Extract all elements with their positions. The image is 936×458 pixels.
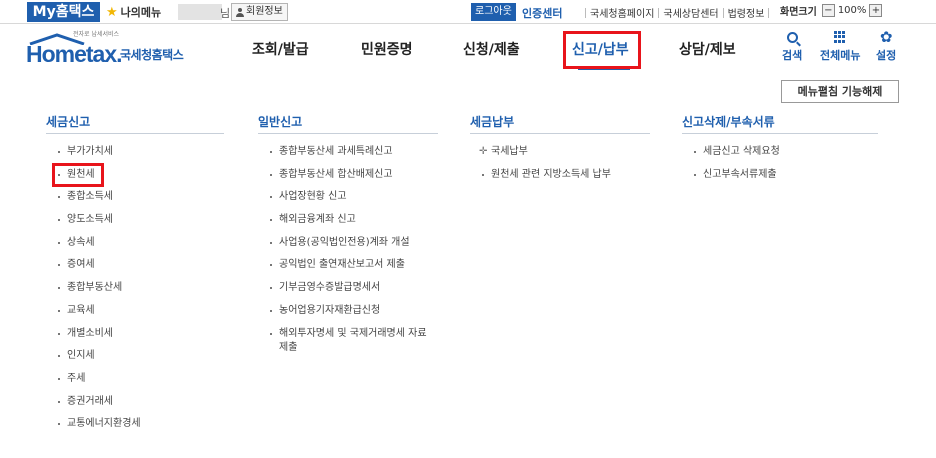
menu-item-gift-tax[interactable]: 증여세 — [46, 254, 224, 277]
link-separator — [768, 7, 770, 18]
menu-item-liquor-tax[interactable]: 주세 — [46, 368, 224, 391]
nav-item-application[interactable]: 신청/제출 — [463, 39, 520, 59]
masked-user-name — [178, 4, 222, 20]
menu-item-stamp-tax[interactable]: 인지세 — [46, 345, 224, 368]
menu-list: ✛ 국세납부 원천세 관련 지방소득세 납부 — [470, 141, 650, 186]
menu-item-business-account[interactable]: 사업용(공익법인전용)계좌 개설 — [258, 232, 438, 255]
utility-links: 국세청홈페이지 국세상담센터 법령정보 — [581, 5, 773, 20]
zoom-value: 100% — [837, 5, 867, 16]
menu-column-general-filing: 일반신고 종합부동산세 과세특례신고 종합부동산세 합산배제신고 사업장현황 신… — [258, 113, 438, 365]
nav-item-inquiry[interactable]: 조회/발급 — [252, 39, 309, 59]
menu-item-inheritance-tax[interactable]: 상속세 — [46, 232, 224, 255]
hometax-logo[interactable]: 전자로 납세서비스 Hometax. 국세청홈택스 — [26, 27, 196, 71]
top-utility-bar: My홈택스 ★ 나의메뉴 님 회원정보 로그아웃 인증센터 국세청홈페이지 국세… — [0, 0, 936, 24]
column-title: 세금신고 — [46, 115, 91, 129]
column-title: 일반신고 — [258, 115, 303, 129]
zoom-out-button[interactable]: − — [821, 4, 835, 17]
menu-item-local-income-tax[interactable]: 원천세 관련 지방소득세 납부 — [470, 164, 650, 187]
logo-tagline: 전자로 납세서비스 — [73, 31, 120, 38]
zoom-in-button[interactable]: + — [869, 4, 883, 17]
member-info-button[interactable]: 회원정보 — [231, 3, 288, 21]
user-name-suffix: 님 — [220, 7, 231, 20]
menu-item-overseas-account[interactable]: 해외금융계좌 신고 — [258, 209, 438, 232]
column-divider — [46, 133, 224, 134]
menu-item-education-tax[interactable]: 교육세 — [46, 300, 224, 323]
menu-item-vat[interactable]: 부가가치세 — [46, 141, 224, 164]
cert-center-link[interactable]: 인증센터 — [522, 5, 562, 21]
menu-item-farm-refund[interactable]: 농어업용기자재환급신청 — [258, 300, 438, 323]
site-header: 전자로 납세서비스 Hometax. 국세청홈택스 조회/발급 민원증명 신청/… — [0, 25, 936, 75]
menu-item-consumption-tax[interactable]: 개별소비세 — [46, 323, 224, 346]
column-title: 세금납부 — [470, 115, 515, 129]
settings-tool[interactable]: ✿ 설정 — [876, 29, 896, 63]
search-tool[interactable]: 검색 — [782, 29, 802, 63]
zoom-label: 화면크기 — [780, 7, 817, 18]
menu-item-national-tax-payment[interactable]: ✛ 국세납부 — [470, 141, 650, 164]
person-icon — [236, 7, 244, 17]
logout-button[interactable]: 로그아웃 — [471, 3, 516, 21]
grid-icon — [834, 31, 846, 43]
search-label: 검색 — [782, 49, 803, 62]
menu-item-overseas-investment[interactable]: 해외투자명세 및 국제거래명세 자료 제출 — [258, 323, 438, 365]
unpin-menu-button[interactable]: 메뉴펼침 기능해제 — [781, 80, 899, 103]
menu-column-deletion-docs: 신고삭제/부속서류 세금신고 삭제요청 신고부속서류제출 — [682, 113, 878, 186]
menu-item-energy-tax[interactable]: 교통에너지환경세 — [46, 413, 224, 436]
menu-item-securities-tax[interactable]: 증권거래세 — [46, 391, 224, 414]
my-menu-label: 나의메뉴 — [120, 6, 162, 19]
menu-item-property-special[interactable]: 종합부동산세 과세특례신고 — [258, 141, 438, 164]
expand-icon: ✛ — [479, 146, 488, 157]
menu-item-attached-docs[interactable]: 신고부속서류제출 — [682, 164, 878, 187]
menu-list: 세금신고 삭제요청 신고부속서류제출 — [682, 141, 878, 186]
nav-highlight-box — [563, 31, 641, 69]
menu-list: 종합부동산세 과세특례신고 종합부동산세 합산배제신고 사업장현황 신고 해외금… — [258, 141, 438, 365]
menu-item-public-interest-report[interactable]: 공익법인 출연재산보고서 제출 — [258, 254, 438, 277]
zoom-control: 화면크기 − 100% + — [780, 3, 883, 18]
nav-item-certificate[interactable]: 민원증명 — [361, 39, 413, 59]
link-separator — [585, 7, 586, 18]
logo-wordmark: Hometax. — [26, 41, 123, 67]
law-info-link[interactable]: 법령정보 — [728, 5, 765, 20]
my-hometax-button[interactable]: My홈택스 — [27, 2, 100, 22]
counsel-center-link[interactable]: 국세상담센터 — [663, 5, 718, 20]
menu-item-property-exclusion[interactable]: 종합부동산세 합산배제신고 — [258, 164, 438, 187]
nts-homepage-link[interactable]: 국세청홈페이지 — [590, 5, 654, 20]
member-info-label: 회원정보 — [246, 6, 283, 17]
star-icon: ★ — [106, 4, 118, 20]
all-menu-tool[interactable]: 전체메뉴 — [820, 29, 860, 63]
menu-item-donation-receipt[interactable]: 기부금영수증발급명세서 — [258, 277, 438, 300]
column-divider — [258, 133, 438, 134]
menu-item-capital-gains-tax[interactable]: 양도소득세 — [46, 209, 224, 232]
column-divider — [682, 133, 878, 134]
my-menu-link[interactable]: ★ 나의메뉴 — [106, 2, 161, 22]
logo-subtitle: 국세청홈택스 — [120, 48, 184, 62]
link-separator — [658, 7, 660, 18]
column-title: 신고삭제/부속서류 — [682, 115, 775, 129]
link-separator — [722, 7, 724, 18]
menu-column-tax-payment: 세금납부 ✛ 국세납부 원천세 관련 지방소득세 납부 — [470, 113, 650, 186]
menu-item-business-status[interactable]: 사업장현황 신고 — [258, 186, 438, 209]
menu-item-delete-request[interactable]: 세금신고 삭제요청 — [682, 141, 878, 164]
menu-column-tax-filing: 세금신고 부가가치세 원천세 종합소득세 양도소득세 상속세 증여세 종합부동산… — [46, 113, 224, 436]
gear-icon: ✿ — [879, 28, 893, 46]
settings-label: 설정 — [876, 49, 897, 62]
all-menu-label: 전체메뉴 — [820, 49, 861, 62]
nav-item-consult[interactable]: 상담/제보 — [679, 39, 736, 59]
column-divider — [470, 133, 650, 134]
search-icon — [786, 31, 798, 43]
menu-item-property-tax[interactable]: 종합부동산세 — [46, 277, 224, 300]
withholding-highlight-box — [52, 163, 104, 187]
menu-item-income-tax[interactable]: 종합소득세 — [46, 186, 224, 209]
